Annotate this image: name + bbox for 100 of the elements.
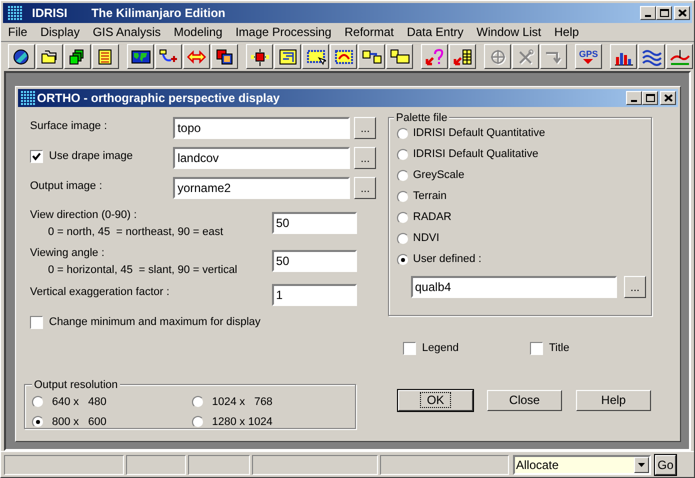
toolbar-button[interactable] bbox=[155, 44, 182, 69]
radio-button[interactable] bbox=[397, 254, 409, 266]
input-field[interactable]: 1 bbox=[272, 284, 357, 306]
toolbar-button[interactable] bbox=[302, 44, 329, 69]
command-dropdown[interactable]: Allocate bbox=[513, 454, 651, 474]
browse-button[interactable]: ... bbox=[354, 117, 376, 139]
toolbar-button[interactable] bbox=[8, 44, 35, 69]
dialog-button[interactable]: OK bbox=[398, 390, 473, 410]
overlapping-squares-icon bbox=[214, 48, 234, 66]
menu-item[interactable]: Modeling bbox=[172, 23, 224, 41]
toolbar-button[interactable] bbox=[330, 44, 357, 69]
dialog-button[interactable]: Help bbox=[576, 390, 651, 410]
radio-label: IDRISI Default Qualitative bbox=[413, 147, 538, 162]
toolbar-button[interactable] bbox=[211, 44, 238, 69]
minimize-button[interactable] bbox=[640, 6, 656, 20]
radio-button[interactable] bbox=[192, 416, 204, 428]
toolbar-button[interactable]: GPS bbox=[575, 44, 602, 69]
radio-label: 1024 x 768 bbox=[212, 395, 273, 410]
toolbar-button[interactable] bbox=[92, 44, 119, 69]
radio-button[interactable] bbox=[397, 190, 409, 202]
input-field[interactable]: topo bbox=[173, 117, 350, 139]
toolbar-button[interactable] bbox=[183, 44, 210, 69]
app-icon bbox=[8, 6, 22, 20]
maximize-icon bbox=[660, 9, 668, 17]
table-arrow-icon bbox=[452, 48, 472, 66]
checkbox[interactable] bbox=[403, 342, 416, 355]
input-field[interactable]: landcov bbox=[173, 147, 350, 169]
maximize-button[interactable] bbox=[656, 6, 672, 20]
toolbar-button[interactable] bbox=[127, 44, 154, 69]
close-icon bbox=[678, 9, 686, 17]
toolbar-button[interactable] bbox=[449, 44, 476, 69]
gps-label: GPS bbox=[578, 50, 598, 58]
checkbox[interactable] bbox=[30, 316, 43, 329]
toolbar-button[interactable] bbox=[274, 44, 301, 69]
input-field[interactable]: yorname2 bbox=[173, 177, 350, 199]
network-icon bbox=[250, 48, 270, 66]
field-hint: 0 = north, 45 = northeast, 90 = east bbox=[47, 225, 224, 240]
minimize-button[interactable] bbox=[626, 91, 642, 105]
toolbar-button[interactable] bbox=[36, 44, 63, 69]
menu-item[interactable]: Window List bbox=[476, 23, 542, 41]
menu-item[interactable]: File bbox=[7, 23, 28, 41]
radio-label: User defined : bbox=[413, 252, 482, 268]
app-title: IDRISI bbox=[32, 5, 68, 22]
menu-item[interactable]: Data Entry bbox=[406, 23, 465, 41]
menu-item[interactable]: Reformat bbox=[343, 23, 395, 41]
browse-button[interactable]: ... bbox=[354, 147, 376, 169]
minimize-icon bbox=[631, 100, 637, 102]
radio-label: RADAR bbox=[413, 210, 452, 226]
radio-button[interactable] bbox=[32, 396, 44, 408]
radio-label: 800 x 600 bbox=[52, 414, 106, 430]
radio-label: GreyScale bbox=[413, 168, 464, 184]
browse-button[interactable]: ... bbox=[354, 177, 376, 199]
radio-button[interactable] bbox=[397, 148, 409, 160]
radio-button[interactable] bbox=[397, 170, 409, 182]
menu-item[interactable]: GIS Analysis bbox=[92, 23, 162, 41]
radio-button[interactable] bbox=[192, 396, 204, 408]
framed-chart-icon bbox=[278, 48, 298, 66]
field-label: Output image : bbox=[30, 178, 102, 194]
close-icon bbox=[664, 94, 672, 102]
toolbar-button[interactable] bbox=[246, 44, 273, 69]
input-field[interactable]: qualb4 bbox=[411, 276, 617, 298]
field-label: Viewing angle : bbox=[30, 246, 106, 261]
go-button[interactable]: Go bbox=[655, 454, 676, 474]
close-button[interactable] bbox=[674, 6, 690, 20]
region-icon bbox=[334, 48, 354, 66]
app-icon bbox=[21, 91, 35, 105]
radio-button[interactable] bbox=[397, 212, 409, 224]
radio-label: 640 x 480 bbox=[52, 395, 106, 410]
toolbar-button[interactable] bbox=[610, 44, 637, 69]
dialog-button[interactable]: Close bbox=[487, 390, 562, 410]
menu-item[interactable]: Help bbox=[553, 23, 580, 41]
toolbar-button[interactable] bbox=[638, 44, 665, 69]
maximize-button[interactable] bbox=[642, 91, 658, 105]
radio-label: NDVI bbox=[413, 231, 440, 246]
radio-button[interactable] bbox=[397, 232, 409, 244]
status-pane bbox=[126, 454, 186, 474]
maximize-icon bbox=[646, 94, 654, 102]
toolbar-button[interactable] bbox=[386, 44, 413, 69]
minimize-icon bbox=[645, 15, 651, 17]
menu-item[interactable]: Display bbox=[39, 23, 81, 41]
toolbar-button[interactable] bbox=[64, 44, 91, 69]
status-pane bbox=[188, 454, 250, 474]
radio-button[interactable] bbox=[397, 128, 409, 140]
map-icon bbox=[130, 48, 150, 66]
checkbox[interactable] bbox=[530, 342, 543, 355]
input-field[interactable]: 50 bbox=[272, 250, 357, 272]
check-icon bbox=[32, 152, 41, 160]
checkbox[interactable] bbox=[30, 150, 43, 162]
toolbar-button[interactable] bbox=[358, 44, 385, 69]
browse-button[interactable]: ... bbox=[624, 276, 646, 298]
menu-item[interactable]: Image Processing bbox=[234, 23, 332, 41]
dialog-title: ORTHO - orthographic perspective display bbox=[37, 90, 280, 107]
input-field[interactable]: 50 bbox=[272, 212, 357, 234]
toolbar-button[interactable] bbox=[666, 44, 693, 69]
close-button[interactable] bbox=[660, 91, 676, 105]
field-label: Vertical exaggeration factor : bbox=[30, 285, 170, 300]
profile-icon bbox=[670, 48, 690, 66]
waves-icon bbox=[642, 48, 662, 66]
toolbar-button[interactable] bbox=[421, 44, 448, 69]
radio-button[interactable] bbox=[32, 416, 44, 428]
